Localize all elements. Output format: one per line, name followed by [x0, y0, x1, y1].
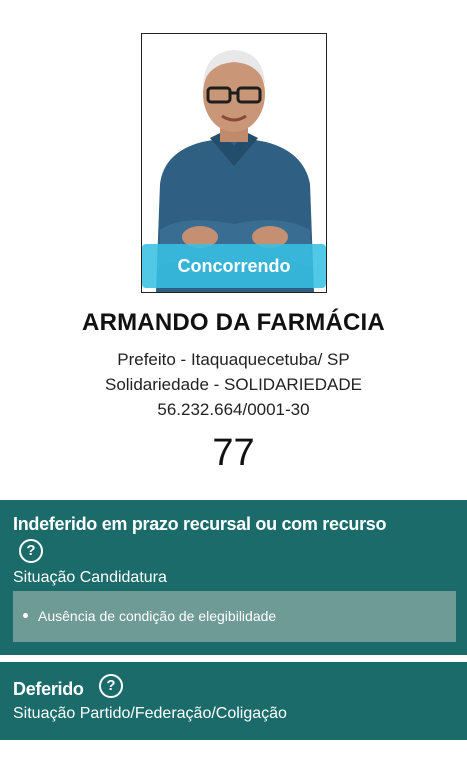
help-icon[interactable]: ? [99, 674, 123, 698]
candidate-cnpj: 56.232.664/0001-30 [157, 400, 310, 419]
reason-text: Ausência de condição de elegibilidade [38, 608, 277, 624]
reasons-box: Ausência de condição de elegibilidade [13, 591, 456, 642]
reasons-list: Ausência de condição de elegibilidade [23, 591, 456, 642]
party-status-panel: Deferido ? Situação Partido/Federação/Co… [0, 662, 467, 740]
candidate-office: Prefeito - Itaquaquecetuba/ SP [117, 350, 350, 369]
candidate-photo: Concorrendo [141, 33, 327, 293]
candidacy-status-panel: Indeferido em prazo recursal ou com recu… [0, 500, 467, 655]
candidacy-status-label: Situação Candidatura [13, 569, 167, 586]
help-icon[interactable]: ? [19, 539, 43, 563]
reason-item: Ausência de condição de elegibilidade [23, 591, 456, 642]
candidate-name: ARMANDO DA FARMÁCIA [82, 309, 385, 336]
candidacy-status-title: Indeferido em prazo recursal ou com recu… [13, 514, 387, 534]
candidate-number: 77 [212, 432, 255, 474]
bullet-icon [23, 612, 28, 618]
party-status-label: Situação Partido/Federação/Coligação [13, 705, 287, 722]
party-status-title: Deferido [13, 679, 84, 699]
candidate-party: Solidariedade - SOLIDARIEDADE [104, 375, 362, 394]
status-ribbon: Concorrendo [142, 244, 326, 288]
